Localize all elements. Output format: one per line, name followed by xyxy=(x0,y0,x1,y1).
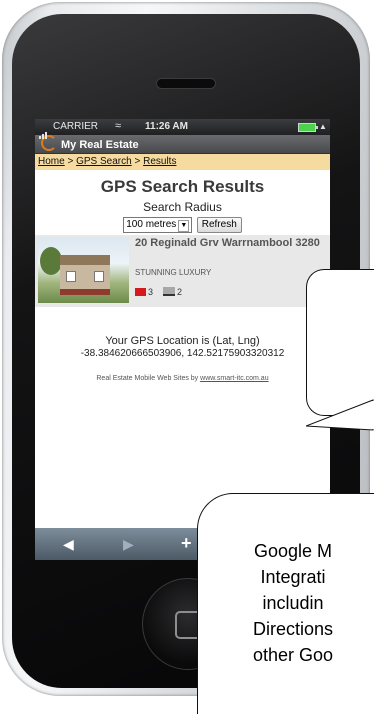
callout-bubble-small xyxy=(306,269,374,416)
carrier-label: CARRIER xyxy=(53,121,99,132)
earpiece-speaker xyxy=(156,78,216,89)
battery-icon xyxy=(298,123,318,132)
breadcrumb-separator: > xyxy=(64,156,77,167)
callout-text: Google M Integrati includin Directions o… xyxy=(198,538,374,668)
breadcrumb-separator: > xyxy=(131,156,144,167)
location-arrow-icon: ▲ xyxy=(319,122,327,131)
listing-address[interactable]: 20 Reginald Grv Warrnambool 3280 xyxy=(135,237,325,250)
callout-line: Directions xyxy=(252,619,334,639)
callout-line: Google M xyxy=(253,541,333,561)
breadcrumb: Home > GPS Search > Results xyxy=(35,154,330,170)
search-radius-label: Search Radius xyxy=(143,200,222,214)
callout-bubble-large: Google M Integrati includin Directions o… xyxy=(197,493,374,714)
search-controls: 100 metres ▼ Refresh xyxy=(35,216,330,234)
breadcrumb-gps-search-link[interactable]: GPS Search xyxy=(76,156,132,167)
chevron-down-icon: ▼ xyxy=(178,219,190,232)
callout-pointer xyxy=(306,399,374,431)
bed-count: 3 xyxy=(148,287,154,297)
radius-select-value: 100 metres xyxy=(126,218,177,230)
status-bar: CARRIER ≈ 11:26 AM ▲ xyxy=(35,119,330,139)
breadcrumb-home-link[interactable]: Home xyxy=(38,156,65,167)
page-title: GPS Search Results xyxy=(100,177,265,196)
footer-credits: Real Estate Mobile Web Sites by www.smar… xyxy=(35,375,330,382)
app-title-bar: My Real Estate xyxy=(35,135,330,154)
callout-line: Integrati xyxy=(260,567,326,587)
gps-location-label: Your GPS Location is (Lat, Lng) xyxy=(105,335,260,347)
listing-item[interactable]: 20 Reginald Grv Warrnambool 3280 STUNNIN… xyxy=(35,235,330,307)
status-time: 11:26 AM xyxy=(145,121,188,132)
plus-icon[interactable]: + xyxy=(181,533,192,554)
gps-coordinates: -38.384620666503906, 142.52175903320312 xyxy=(80,348,285,359)
forward-arrow-icon[interactable]: ▶ xyxy=(123,536,134,553)
bed-icon xyxy=(135,288,146,296)
property-photo xyxy=(38,237,129,303)
listing-features: 32 xyxy=(135,287,182,297)
breadcrumb-results-link[interactable]: Results xyxy=(143,156,176,167)
callout-line: includin xyxy=(262,593,324,613)
credits-link[interactable]: www.smart-itc.com.au xyxy=(200,375,268,382)
radius-select[interactable]: 100 metres ▼ xyxy=(123,216,193,233)
callout-line: other Goo xyxy=(252,645,334,665)
bath-count: 2 xyxy=(177,287,183,297)
refresh-button[interactable]: Refresh xyxy=(196,216,242,233)
bath-icon xyxy=(163,287,176,296)
back-arrow-icon[interactable]: ◀ xyxy=(63,536,74,553)
app-title: My Real Estate xyxy=(61,139,139,151)
wifi-icon: ≈ xyxy=(115,120,122,132)
listing-tagline: STUNNING LUXURY xyxy=(135,268,212,277)
signal-icon xyxy=(39,123,48,139)
credits-text: Real Estate Mobile Web Sites by xyxy=(96,375,201,382)
